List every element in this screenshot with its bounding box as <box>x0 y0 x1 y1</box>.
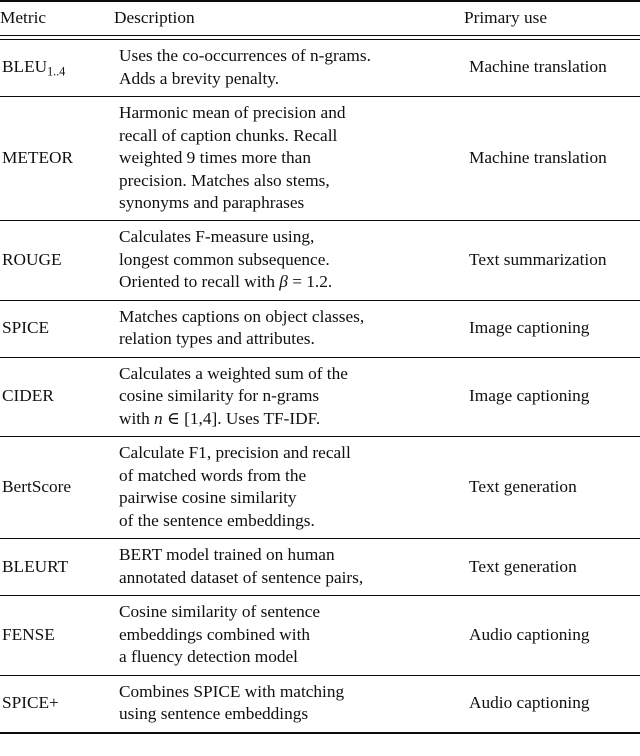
metric-description-cell: Calculates F-measure using, longest commo… <box>114 221 464 300</box>
metric-label: BertScore <box>2 477 72 497</box>
primary-use-cell: Image captioning <box>469 318 590 338</box>
table-header-row: Metric Description Primary use <box>0 2 640 36</box>
primary-use-cell: Image captioning <box>469 386 590 406</box>
metric-description-cell: BERT model trained on human annotated dat… <box>114 539 464 595</box>
metric-label: METEOR <box>2 148 74 168</box>
description-line: Cosine similarity of sentence <box>119 602 321 622</box>
description-line: recall of caption chunks. Recall <box>119 125 338 145</box>
table-row: SPICE Matches captions on object classes,… <box>0 301 640 357</box>
description-line: Matches captions on object classes, <box>119 306 365 326</box>
table-row: CIDER Calculates a weighted sum of the cos… <box>0 358 640 437</box>
description-line: Harmonic mean of precision and <box>119 103 346 123</box>
metric-label: SPICE+ <box>2 692 59 712</box>
metrics-table-container: Metric Description Primary use BLEU1..4 Uses… <box>0 0 640 756</box>
metric-name-cell: BertScore <box>0 437 114 538</box>
description-line: weighted 9 times more than <box>119 148 311 168</box>
description-line: of the sentence embeddings. <box>119 510 315 530</box>
description-line: Adds a brevity penalty. <box>119 68 280 88</box>
primary-use-cell: Audio captioning <box>469 692 590 712</box>
description-line: Calculates F-measure using, <box>119 227 315 247</box>
table-row: SPICE+ Combines SPICE with matching using … <box>0 676 640 733</box>
metric-name-cell: CIDER <box>0 358 114 437</box>
metric-description-cell: Cosine similarity of sentence embeddings … <box>114 596 464 675</box>
metric-description-cell: Calculate F1, precision and recall of mat… <box>114 437 464 538</box>
metric-name-cell: FENSE <box>0 596 114 675</box>
horizontal-rule <box>0 731 640 735</box>
metric-name-cell: BLEU1..4 <box>0 40 114 97</box>
metric-subscript: 1..4 <box>47 63 66 78</box>
metric-name-cell: SPICE <box>0 301 114 357</box>
metric-label: SPICE <box>2 318 50 338</box>
description-line: BERT model trained on human <box>119 545 335 565</box>
description-line: Calculates a weighted sum of the <box>119 363 348 383</box>
primary-use-cell: Audio captioning <box>469 624 590 644</box>
metric-description-cell: Matches captions on object classes, relat… <box>114 301 464 357</box>
primary-use-cell: Machine translation <box>469 57 607 77</box>
table-row: BLEU1..4 Uses the co-occurrences of n-gra… <box>0 40 640 97</box>
description-line: Oriented to recall with β = 1.2. <box>119 272 333 292</box>
description-line: pairwise cosine similarity <box>119 488 297 508</box>
description-line: embeddings combined with <box>119 624 311 644</box>
metric-name-cell: ROUGE <box>0 221 114 300</box>
description-line: Calculate F1, precision and recall <box>119 443 351 463</box>
description-line: using sentence embeddings <box>119 704 309 724</box>
description-line: Combines SPICE with matching <box>119 681 345 701</box>
description-line: precision. Matches also stems, <box>119 170 330 190</box>
metric-label: BLEURT <box>2 556 69 576</box>
primary-use-cell: Text generation <box>469 556 577 576</box>
table-body: Metric Description Primary use BLEU1..4 Uses… <box>0 0 640 735</box>
metric-label: ROUGE <box>2 249 62 269</box>
table-row: BertScore Calculate F1, precision and rec… <box>0 437 640 538</box>
description-line: cosine similarity for n-grams <box>119 386 320 406</box>
description-line: a fluency detection model <box>119 647 298 667</box>
primary-use-cell: Text generation <box>469 477 577 497</box>
metric-name-cell: METEOR <box>0 97 114 221</box>
metric-label: CIDER <box>2 386 54 406</box>
description-line: with n ∈ [1,4]. Uses TF-IDF. <box>119 408 321 428</box>
description-line: of matched words from the <box>119 465 307 485</box>
metric-description-cell: Combines SPICE with matching using senten… <box>114 676 464 733</box>
description-line: annotated dataset of sentence pairs, <box>119 567 364 587</box>
primary-use-cell: Text summarization <box>469 249 607 269</box>
column-header-description: Description <box>114 8 195 27</box>
primary-use-cell: Machine translation <box>469 148 607 168</box>
table-row: FENSE Cosine similarity of sentence embedd… <box>0 596 640 675</box>
metric-description-cell: Uses the co-occurrences of n-grams. Adds … <box>114 40 464 97</box>
metric-name-cell: SPICE+ <box>0 676 114 733</box>
description-line: synonyms and paraphrases <box>119 192 305 212</box>
description-line: longest common subsequence. <box>119 249 330 269</box>
metric-description-cell: Harmonic mean of precision and recall of … <box>114 97 464 221</box>
description-line: Uses the co-occurrences of n-grams. <box>119 46 371 66</box>
table-row: ROUGE Calculates F-measure using, longest … <box>0 221 640 300</box>
metric-description-cell: Calculates a weighted sum of the cosine s… <box>114 358 464 437</box>
metric-label: BLEU <box>2 56 48 76</box>
table-bottom-rule <box>0 731 640 735</box>
table-row: BLEURT BERT model trained on human annotat… <box>0 539 640 595</box>
evaluation-metrics-table: Metric Description Primary use BLEU1..4 Uses… <box>0 0 640 735</box>
table-row: METEOR Harmonic mean of precision and reca… <box>0 97 640 221</box>
column-header-metric: Metric <box>0 8 47 27</box>
description-line: relation types and attributes. <box>119 329 315 349</box>
metric-name-cell: BLEURT <box>0 539 114 595</box>
column-header-primary-use: Primary use <box>464 8 548 27</box>
metric-label: FENSE <box>2 624 55 644</box>
